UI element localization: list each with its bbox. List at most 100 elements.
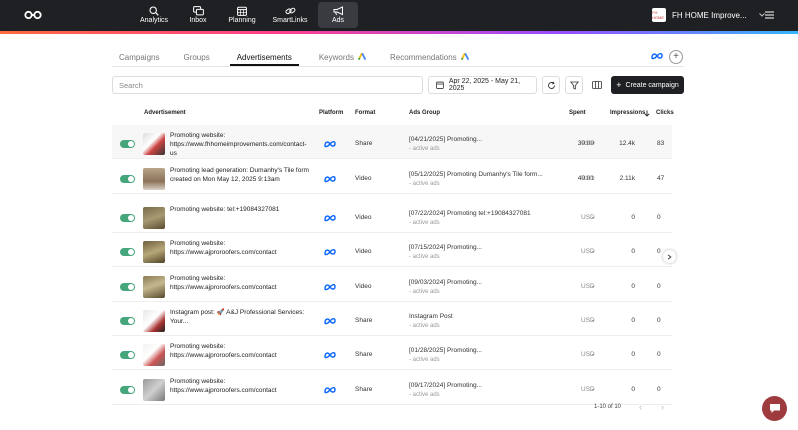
tab-campaigns[interactable]: Campaigns (119, 50, 159, 66)
ad-currency: USD (581, 214, 595, 221)
add-platform-button[interactable]: + (669, 50, 683, 64)
tab-groups-label: Groups (183, 53, 210, 62)
create-campaign-button[interactable]: + Create campaign (611, 76, 684, 94)
chevron-down-icon (758, 13, 765, 17)
nav-ads[interactable]: Ads (318, 2, 358, 28)
ad-thumbnail (143, 379, 165, 401)
search-input[interactable]: Search (112, 76, 423, 94)
ad-format: Video (355, 175, 372, 182)
table-row[interactable]: Promoting website: tel:+19084327081 Vide… (112, 199, 672, 233)
meta-platform-icon (324, 317, 336, 325)
ad-clicks: 83 (657, 140, 665, 147)
ad-group-status: - active ads (409, 323, 440, 329)
create-campaign-label: Create campaign (625, 81, 679, 89)
ad-group-status: - active ads (409, 146, 440, 152)
tab-advertisements[interactable]: Advertisements (229, 50, 299, 66)
tab-recommendations[interactable]: Recommendations (390, 50, 469, 66)
ad-description[interactable]: Promoting lead generation: Dumanhy's Til… (170, 166, 310, 184)
ad-thumbnail (143, 207, 165, 229)
ad-impressions: 0 (631, 386, 635, 393)
meta-account-icon[interactable] (651, 51, 663, 61)
link-icon (284, 5, 296, 16)
col-spent[interactable]: Spent (569, 110, 586, 116)
sort-down-icon[interactable] (644, 110, 650, 117)
ad-group-name[interactable]: [04/21/2025] Promoting... (409, 135, 549, 145)
table-row[interactable]: Promoting website: https://www.ajproroof… (112, 371, 672, 405)
ad-description[interactable]: Promoting website: https://www.ajproroof… (170, 377, 310, 395)
ad-status-toggle[interactable] (120, 140, 135, 148)
nav-analytics[interactable]: Analytics (134, 2, 174, 28)
ad-format: Video (355, 248, 372, 255)
meta-platform-icon (324, 140, 336, 148)
ad-group-status: - active ads (409, 289, 440, 295)
ad-status-toggle[interactable] (120, 175, 135, 183)
ad-group-name[interactable]: [09/03/2024] Promoting... (409, 278, 549, 288)
ad-group-name[interactable]: [09/17/2024] Promoting... (409, 381, 549, 391)
filter-button[interactable] (565, 76, 583, 94)
ad-format: Video (355, 214, 372, 221)
ad-status-toggle[interactable] (120, 283, 135, 291)
date-range-picker[interactable]: Apr 22, 2025 - May 21, 2025 (428, 76, 537, 94)
account-switcher[interactable]: FH HOME FH HOME Improve... (652, 8, 765, 22)
ad-description[interactable]: Promoting website: https://www.ajproroof… (170, 342, 310, 360)
nav-smartlinks[interactable]: SmartLinks (266, 2, 314, 28)
ad-status-toggle[interactable] (120, 248, 135, 256)
chat-button[interactable] (762, 396, 787, 421)
ad-group-name[interactable]: [07/15/2024] Promoting... (409, 243, 549, 253)
accent-gradient-bar (0, 31, 798, 34)
nav-planning[interactable]: Planning (222, 2, 262, 28)
ad-status-toggle[interactable] (120, 351, 135, 359)
columns-button[interactable] (588, 76, 606, 94)
ad-group-cell: [07/22/2024] Promoting tel:+19084327081 … (409, 209, 549, 227)
ad-description[interactable]: Promoting website: https://www.ajproroof… (170, 274, 310, 292)
app-logo-icon[interactable] (24, 10, 42, 20)
refresh-icon (547, 81, 555, 89)
table-row[interactable]: Promoting website: https://www.fhhomeimp… (112, 125, 672, 159)
ad-status-toggle[interactable] (120, 317, 135, 325)
ad-currency: USD (581, 140, 595, 147)
table-row[interactable]: Promoting website: https://www.ajproroof… (112, 336, 672, 370)
ad-thumbnail (143, 168, 165, 190)
ad-description[interactable]: Instagram post: 🚀 A&J Professional Servi… (170, 308, 310, 326)
table-row[interactable]: Instagram post: 🚀 A&J Professional Servi… (112, 302, 672, 336)
ad-thumbnail (143, 133, 165, 155)
ad-group-name[interactable]: [01/28/2025] Promoting... (409, 346, 549, 356)
tab-groups[interactable]: Groups (183, 50, 209, 66)
ad-status-toggle[interactable] (120, 386, 135, 394)
hamburger-menu-icon[interactable] (765, 11, 774, 19)
refresh-button[interactable] (542, 76, 560, 94)
col-ads-group[interactable]: Ads Group (409, 110, 440, 116)
ad-group-name[interactable]: [07/22/2024] Promoting tel:+19084327081 (409, 209, 549, 219)
ad-status-toggle[interactable] (120, 214, 135, 222)
table-row[interactable]: Promoting lead generation: Dumanhy's Til… (112, 160, 672, 194)
plus-icon: + (673, 51, 679, 62)
plus-icon: + (616, 80, 622, 90)
ad-clicks: 0 (657, 386, 661, 393)
ad-group-name[interactable]: Instagram Post (409, 312, 549, 322)
ad-impressions: 2.11k (619, 175, 635, 182)
prev-page-button[interactable]: ‹ (639, 402, 647, 412)
table-row[interactable]: Promoting website: https://www.ajproroof… (112, 268, 672, 302)
ad-description[interactable]: Promoting website: https://www.fhhomeimp… (170, 131, 310, 158)
ad-description[interactable]: Promoting website: tel:+19084327081 (170, 205, 310, 214)
col-advertisement[interactable]: Advertisement (144, 110, 186, 116)
ad-impressions: 12.4k (619, 140, 635, 147)
col-format[interactable]: Format (355, 110, 375, 116)
col-platform[interactable]: Platform (319, 110, 343, 116)
tab-keywords[interactable]: Keywords (319, 50, 366, 66)
account-name: FH HOME Improve... (672, 10, 747, 20)
table-row[interactable]: Promoting website: https://www.ajproroof… (112, 233, 672, 267)
next-page-button[interactable]: › (661, 402, 669, 412)
nav-inbox[interactable]: Inbox (178, 2, 218, 28)
ad-thumbnail (143, 276, 165, 298)
scroll-right-button[interactable] (663, 250, 676, 263)
ad-description[interactable]: Promoting website: https://www.ajproroof… (170, 239, 310, 257)
meta-platform-icon (324, 351, 336, 359)
ad-group-status: - active ads (409, 181, 440, 187)
meta-platform-icon (324, 175, 336, 183)
ad-group-name[interactable]: [05/12/2025] Promoting Dumanhy's Tile fo… (409, 170, 549, 180)
col-impressions[interactable]: Impressions (610, 110, 645, 116)
pagination-label: 1-10 of 10 (594, 404, 622, 410)
tab-keywords-label: Keywords (318, 53, 354, 62)
col-clicks[interactable]: Clicks (656, 110, 674, 116)
